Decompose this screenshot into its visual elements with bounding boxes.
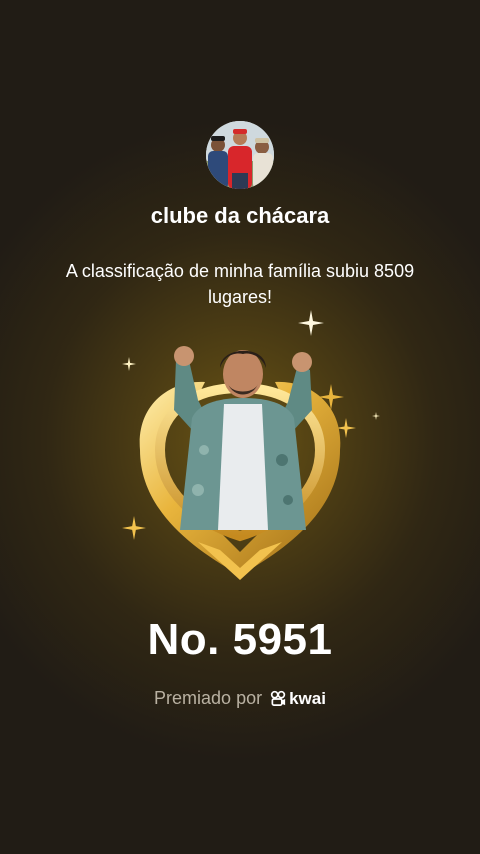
kwai-logo-icon [270, 690, 286, 706]
awarded-by-label: Premiado por [154, 688, 263, 708]
kwai-brand: kwai [270, 689, 326, 709]
family-avatar [206, 121, 274, 189]
awarded-by: Premiado por kwai [0, 688, 480, 709]
rank-badge [100, 310, 380, 590]
family-rank: No. 5951 [147, 615, 333, 664]
family-group-photo [206, 121, 274, 189]
family-name: clube da chácara [150, 203, 330, 228]
kwai-brand-name: kwai [289, 688, 326, 708]
rank-up-message: A classificação de minha família subiu 8… [65, 261, 415, 307]
share-card: clube da chácara A classificação de minh… [0, 0, 480, 854]
celebrating-person-image [174, 346, 312, 530]
